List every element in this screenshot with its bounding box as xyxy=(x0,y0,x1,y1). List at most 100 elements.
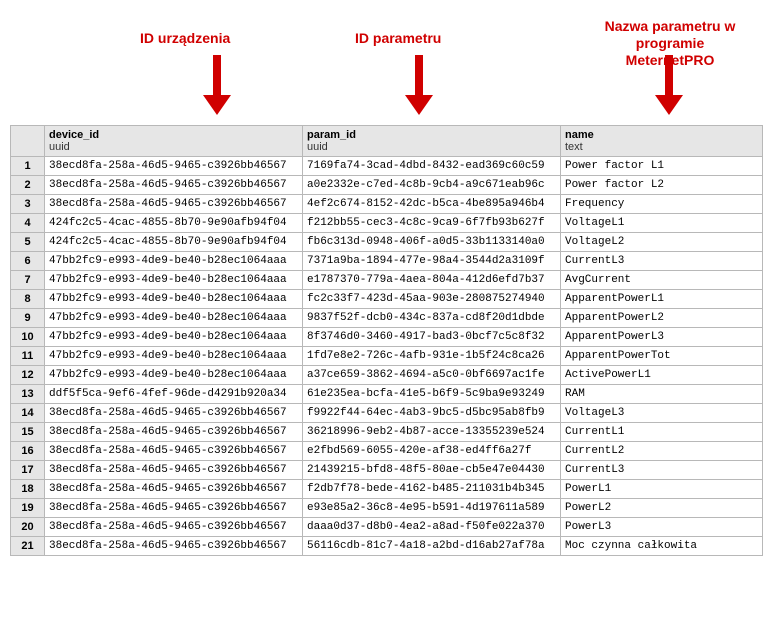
cell-param-id[interactable]: daaa0d37-d8b0-4ea2-a8ad-f50fe022a370 xyxy=(303,518,561,537)
cell-param-id[interactable]: a0e2332e-c7ed-4c8b-9cb4-a9c671eab96c xyxy=(303,176,561,195)
row-number[interactable]: 1 xyxy=(11,157,45,176)
cell-name[interactable]: VoltageL3 xyxy=(561,404,763,423)
table-row[interactable]: 2138ecd8fa-258a-46d5-9465-c3926bb4656756… xyxy=(11,537,763,556)
cell-device-id[interactable]: 47bb2fc9-e993-4de9-be40-b28ec1064aaa xyxy=(45,328,303,347)
cell-device-id[interactable]: 38ecd8fa-258a-46d5-9465-c3926bb46567 xyxy=(45,423,303,442)
cell-param-id[interactable]: 9837f52f-dcb0-434c-837a-cd8f20d1dbde xyxy=(303,309,561,328)
cell-name[interactable]: ApparentPowerL1 xyxy=(561,290,763,309)
cell-name[interactable]: ApparentPowerL3 xyxy=(561,328,763,347)
table-row[interactable]: 747bb2fc9-e993-4de9-be40-b28ec1064aaae17… xyxy=(11,271,763,290)
table-row[interactable]: 13ddf5f5ca-9ef6-4fef-96de-d4291b920a3461… xyxy=(11,385,763,404)
row-number[interactable]: 3 xyxy=(11,195,45,214)
row-number[interactable]: 21 xyxy=(11,537,45,556)
row-number[interactable]: 6 xyxy=(11,252,45,271)
cell-name[interactable]: VoltageL2 xyxy=(561,233,763,252)
cell-param-id[interactable]: 4ef2c674-8152-42dc-b5ca-4be895a946b4 xyxy=(303,195,561,214)
cell-param-id[interactable]: e1787370-779a-4aea-804a-412d6efd7b37 xyxy=(303,271,561,290)
cell-device-id[interactable]: 38ecd8fa-258a-46d5-9465-c3926bb46567 xyxy=(45,537,303,556)
cell-device-id[interactable]: 38ecd8fa-258a-46d5-9465-c3926bb46567 xyxy=(45,442,303,461)
cell-name[interactable]: CurrentL2 xyxy=(561,442,763,461)
cell-device-id[interactable]: 38ecd8fa-258a-46d5-9465-c3926bb46567 xyxy=(45,518,303,537)
cell-name[interactable]: Power factor L2 xyxy=(561,176,763,195)
cell-device-id[interactable]: 38ecd8fa-258a-46d5-9465-c3926bb46567 xyxy=(45,195,303,214)
cell-name[interactable]: CurrentL3 xyxy=(561,461,763,480)
cell-device-id[interactable]: ddf5f5ca-9ef6-4fef-96de-d4291b920a34 xyxy=(45,385,303,404)
cell-name[interactable]: RAM xyxy=(561,385,763,404)
cell-device-id[interactable]: 47bb2fc9-e993-4de9-be40-b28ec1064aaa xyxy=(45,347,303,366)
table-row[interactable]: 2038ecd8fa-258a-46d5-9465-c3926bb46567da… xyxy=(11,518,763,537)
row-number[interactable]: 14 xyxy=(11,404,45,423)
cell-device-id[interactable]: 38ecd8fa-258a-46d5-9465-c3926bb46567 xyxy=(45,404,303,423)
table-row[interactable]: 1938ecd8fa-258a-46d5-9465-c3926bb46567e9… xyxy=(11,499,763,518)
cell-device-id[interactable]: 424fc2c5-4cac-4855-8b70-9e90afb94f04 xyxy=(45,214,303,233)
cell-name[interactable]: Moc czynna całkowita xyxy=(561,537,763,556)
cell-device-id[interactable]: 47bb2fc9-e993-4de9-be40-b28ec1064aaa xyxy=(45,252,303,271)
table-row[interactable]: 647bb2fc9-e993-4de9-be40-b28ec1064aaa737… xyxy=(11,252,763,271)
row-number[interactable]: 4 xyxy=(11,214,45,233)
cell-device-id[interactable]: 424fc2c5-4cac-4855-8b70-9e90afb94f04 xyxy=(45,233,303,252)
table-row[interactable]: 1247bb2fc9-e993-4de9-be40-b28ec1064aaaa3… xyxy=(11,366,763,385)
cell-device-id[interactable]: 38ecd8fa-258a-46d5-9465-c3926bb46567 xyxy=(45,480,303,499)
cell-device-id[interactable]: 47bb2fc9-e993-4de9-be40-b28ec1064aaa xyxy=(45,309,303,328)
cell-param-id[interactable]: fb6c313d-0948-406f-a0d5-33b1133140a0 xyxy=(303,233,561,252)
header-device-id[interactable]: device_id uuid xyxy=(45,126,303,157)
cell-param-id[interactable]: fc2c33f7-423d-45aa-903e-280875274940 xyxy=(303,290,561,309)
table-row[interactable]: 1738ecd8fa-258a-46d5-9465-c3926bb4656721… xyxy=(11,461,763,480)
cell-param-id[interactable]: 8f3746d0-3460-4917-bad3-0bcf7c5c8f32 xyxy=(303,328,561,347)
cell-param-id[interactable]: f9922f44-64ec-4ab3-9bc5-d5bc95ab8fb9 xyxy=(303,404,561,423)
cell-device-id[interactable]: 47bb2fc9-e993-4de9-be40-b28ec1064aaa xyxy=(45,366,303,385)
cell-param-id[interactable]: 21439215-bfd8-48f5-80ae-cb5e47e04430 xyxy=(303,461,561,480)
row-number[interactable]: 17 xyxy=(11,461,45,480)
table-row[interactable]: 1047bb2fc9-e993-4de9-be40-b28ec1064aaa8f… xyxy=(11,328,763,347)
row-number[interactable]: 11 xyxy=(11,347,45,366)
cell-name[interactable]: PowerL2 xyxy=(561,499,763,518)
table-row[interactable]: 238ecd8fa-258a-46d5-9465-c3926bb46567a0e… xyxy=(11,176,763,195)
table-row[interactable]: 138ecd8fa-258a-46d5-9465-c3926bb46567716… xyxy=(11,157,763,176)
row-number[interactable]: 9 xyxy=(11,309,45,328)
cell-device-id[interactable]: 38ecd8fa-258a-46d5-9465-c3926bb46567 xyxy=(45,499,303,518)
cell-param-id[interactable]: 7371a9ba-1894-477e-98a4-3544d2a3109f xyxy=(303,252,561,271)
header-name[interactable]: name text xyxy=(561,126,763,157)
cell-name[interactable]: VoltageL1 xyxy=(561,214,763,233)
row-number[interactable]: 12 xyxy=(11,366,45,385)
cell-name[interactable]: CurrentL1 xyxy=(561,423,763,442)
row-number[interactable]: 7 xyxy=(11,271,45,290)
cell-name[interactable]: CurrentL3 xyxy=(561,252,763,271)
table-row[interactable]: 338ecd8fa-258a-46d5-9465-c3926bb465674ef… xyxy=(11,195,763,214)
cell-param-id[interactable]: 1fd7e8e2-726c-4afb-931e-1b5f24c8ca26 xyxy=(303,347,561,366)
cell-param-id[interactable]: e93e85a2-36c8-4e95-b591-4d197611a589 xyxy=(303,499,561,518)
cell-param-id[interactable]: 56116cdb-81c7-4a18-a2bd-d16ab27af78a xyxy=(303,537,561,556)
cell-name[interactable]: Power factor L1 xyxy=(561,157,763,176)
cell-device-id[interactable]: 38ecd8fa-258a-46d5-9465-c3926bb46567 xyxy=(45,176,303,195)
cell-param-id[interactable]: 7169fa74-3cad-4dbd-8432-ead369c60c59 xyxy=(303,157,561,176)
table-row[interactable]: 1438ecd8fa-258a-46d5-9465-c3926bb46567f9… xyxy=(11,404,763,423)
table-row[interactable]: 1838ecd8fa-258a-46d5-9465-c3926bb46567f2… xyxy=(11,480,763,499)
header-param-id[interactable]: param_id uuid xyxy=(303,126,561,157)
cell-device-id[interactable]: 38ecd8fa-258a-46d5-9465-c3926bb46567 xyxy=(45,157,303,176)
table-row[interactable]: 1147bb2fc9-e993-4de9-be40-b28ec1064aaa1f… xyxy=(11,347,763,366)
cell-name[interactable]: PowerL1 xyxy=(561,480,763,499)
table-row[interactable]: 4424fc2c5-4cac-4855-8b70-9e90afb94f04f21… xyxy=(11,214,763,233)
cell-param-id[interactable]: a37ce659-3862-4694-a5c0-0bf6697ac1fe xyxy=(303,366,561,385)
cell-device-id[interactable]: 47bb2fc9-e993-4de9-be40-b28ec1064aaa xyxy=(45,290,303,309)
cell-device-id[interactable]: 38ecd8fa-258a-46d5-9465-c3926bb46567 xyxy=(45,461,303,480)
row-number[interactable]: 15 xyxy=(11,423,45,442)
cell-param-id[interactable]: f2db7f78-bede-4162-b485-211031b4b345 xyxy=(303,480,561,499)
cell-param-id[interactable]: 61e235ea-bcfa-41e5-b6f9-5c9ba9e93249 xyxy=(303,385,561,404)
row-number[interactable]: 2 xyxy=(11,176,45,195)
table-row[interactable]: 947bb2fc9-e993-4de9-be40-b28ec1064aaa983… xyxy=(11,309,763,328)
cell-device-id[interactable]: 47bb2fc9-e993-4de9-be40-b28ec1064aaa xyxy=(45,271,303,290)
cell-name[interactable]: ApparentPowerTot xyxy=(561,347,763,366)
cell-name[interactable]: AvgCurrent xyxy=(561,271,763,290)
row-number[interactable]: 10 xyxy=(11,328,45,347)
cell-name[interactable]: ActivePowerL1 xyxy=(561,366,763,385)
table-row[interactable]: 847bb2fc9-e993-4de9-be40-b28ec1064aaafc2… xyxy=(11,290,763,309)
row-number[interactable]: 19 xyxy=(11,499,45,518)
cell-name[interactable]: ApparentPowerL2 xyxy=(561,309,763,328)
table-row[interactable]: 1638ecd8fa-258a-46d5-9465-c3926bb46567e2… xyxy=(11,442,763,461)
row-number[interactable]: 13 xyxy=(11,385,45,404)
row-number[interactable]: 20 xyxy=(11,518,45,537)
row-number[interactable]: 18 xyxy=(11,480,45,499)
row-number[interactable]: 16 xyxy=(11,442,45,461)
table-row[interactable]: 1538ecd8fa-258a-46d5-9465-c3926bb4656736… xyxy=(11,423,763,442)
